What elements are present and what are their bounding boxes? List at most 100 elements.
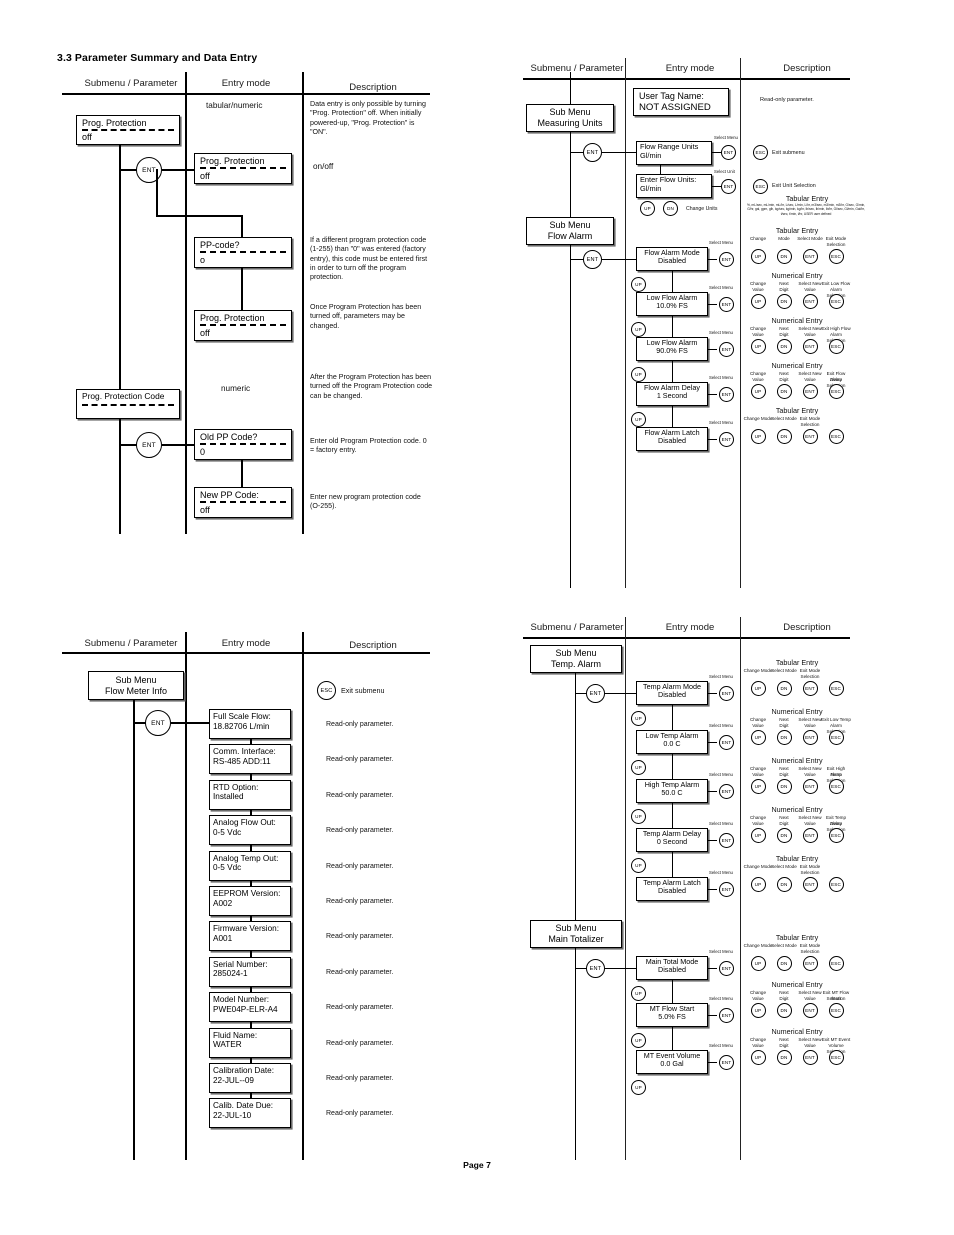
key-ent-flow-alarm[interactable]: ENT bbox=[583, 250, 602, 269]
box-main-total-host-item[interactable]: MT Event Volume 0.0 Gal bbox=[636, 1050, 708, 1074]
key-dn[interactable]: DN bbox=[776, 956, 792, 971]
box-prog-protection-after[interactable]: Prog. Protection off bbox=[194, 310, 292, 341]
box-flow-meter-info-item[interactable]: EEPROM Version: A002 bbox=[209, 886, 291, 916]
box-temp-alarm-host-item[interactable]: High Temp Alarm 50.0 C bbox=[636, 779, 708, 803]
box-submenu-temp-alarm[interactable]: Sub Menu Temp. Alarm bbox=[530, 645, 622, 673]
key-up[interactable]: UP bbox=[750, 249, 766, 264]
key-esc[interactable]: ESC bbox=[828, 429, 844, 444]
box-prog-protection-entry[interactable]: Prog. Protection off bbox=[194, 153, 292, 184]
key-ent-row[interactable]: ENT bbox=[719, 685, 734, 701]
key-ent[interactable]: ENT bbox=[136, 157, 162, 183]
key-up-change-units[interactable]: UP bbox=[640, 201, 655, 216]
key-ent-row[interactable]: ENT bbox=[719, 386, 734, 402]
box-temp-alarm-host-item[interactable]: Temp Alarm Mode Disabled bbox=[636, 681, 708, 705]
key-dn[interactable]: DN bbox=[776, 877, 792, 892]
key-esc-exit-unit-selection[interactable]: ESC bbox=[753, 179, 768, 194]
box-flow-meter-info-item[interactable]: Full Scale Flow: 18.82706 L/min bbox=[209, 709, 291, 739]
key-up[interactable]: UP bbox=[750, 956, 766, 971]
key-ent-row[interactable]: ENT bbox=[719, 251, 734, 267]
key-up[interactable]: UP bbox=[750, 429, 766, 444]
box-temp-alarm-host-item[interactable]: Low Temp Alarm 0.0 C bbox=[636, 730, 708, 754]
box-flow-meter-info-item[interactable]: Analog Temp Out: 0-5 Vdc bbox=[209, 850, 291, 881]
key-esc-exit-submenu[interactable]: ESC bbox=[317, 681, 336, 700]
key-dn[interactable]: DN bbox=[776, 828, 792, 843]
key-ent[interactable]: ENT bbox=[802, 828, 818, 843]
box-prog-protection-code-param[interactable]: Prog. Protection Code bbox=[76, 389, 180, 419]
box-submenu-flow-alarm[interactable]: Sub Menu Flow Alarm bbox=[526, 217, 614, 245]
key-dn[interactable]: DN bbox=[776, 730, 792, 745]
key-ent-row[interactable]: ENT bbox=[719, 832, 734, 848]
key-up[interactable]: UP bbox=[750, 384, 766, 399]
key-dn[interactable]: DN bbox=[776, 779, 792, 794]
key-dn[interactable]: DN bbox=[776, 681, 792, 696]
key-ent-main-totalizer[interactable]: ENT bbox=[586, 959, 605, 978]
box-user-tag-name[interactable]: User Tag Name: NOT ASSIGNED bbox=[633, 88, 729, 116]
key-ent-row[interactable]: ENT bbox=[719, 960, 734, 976]
box-main-total-host-item[interactable]: MT Flow Start 5.0% FS bbox=[636, 1003, 708, 1027]
key-ent-row[interactable]: ENT bbox=[719, 1054, 734, 1070]
key-ent[interactable]: ENT bbox=[802, 294, 818, 309]
key-ent[interactable]: ENT bbox=[802, 877, 818, 892]
key-ent-3[interactable]: ENT bbox=[145, 710, 171, 736]
key-dn[interactable]: DN bbox=[776, 1050, 792, 1065]
box-flow-alarm-host-item[interactable]: Low Flow Alarm 90.0% FS bbox=[636, 337, 708, 361]
key-up[interactable]: UP bbox=[750, 828, 766, 843]
box-flow-meter-info-item[interactable]: Fluid Name: WATER bbox=[209, 1027, 291, 1058]
key-up[interactable]: UP bbox=[750, 1050, 766, 1065]
key-esc[interactable]: ESC bbox=[828, 779, 844, 794]
key-ent[interactable]: ENT bbox=[802, 1050, 818, 1065]
key-dn[interactable]: DN bbox=[776, 249, 792, 264]
key-ent-row[interactable]: ENT bbox=[719, 783, 734, 799]
key-ent[interactable]: ENT bbox=[802, 249, 818, 264]
key-ent-row[interactable]: ENT bbox=[719, 734, 734, 750]
key-dn[interactable]: DN bbox=[776, 339, 792, 354]
key-ent-2[interactable]: ENT bbox=[136, 432, 162, 458]
key-ent-enter-flow-units[interactable]: ENT bbox=[721, 179, 736, 194]
key-esc[interactable]: ESC bbox=[828, 956, 844, 971]
box-enter-flow-units[interactable]: Enter Flow Units: Gl/min bbox=[636, 174, 712, 198]
key-ent-row[interactable]: ENT bbox=[719, 881, 734, 897]
box-temp-alarm-host-item[interactable]: Temp Alarm Delay 0 Second bbox=[636, 828, 708, 852]
box-flow-meter-info-item[interactable]: Firmware Version: A001 bbox=[209, 921, 291, 952]
box-flow-range-units[interactable]: Flow Range Units Gl/min bbox=[636, 141, 712, 165]
key-ent-row[interactable]: ENT bbox=[719, 296, 734, 312]
box-flow-meter-info-item[interactable]: Model Number: PWE04P-ELR-A4 bbox=[209, 992, 291, 1023]
box-flow-meter-info-item[interactable]: Comm. Interface: RS-485 ADD:11 bbox=[209, 744, 291, 775]
box-main-total-host-item[interactable]: Main Total Mode Disabled bbox=[636, 956, 708, 980]
key-esc[interactable]: ESC bbox=[828, 339, 844, 354]
key-up[interactable]: UP bbox=[750, 877, 766, 892]
box-flow-meter-info-item[interactable]: Calibration Date: 22-JUL--09 bbox=[209, 1063, 291, 1093]
key-ent[interactable]: ENT bbox=[802, 730, 818, 745]
box-flow-meter-info-item[interactable]: RTD Option: Installed bbox=[209, 779, 291, 810]
key-ent[interactable]: ENT bbox=[802, 1003, 818, 1018]
key-ent[interactable]: ENT bbox=[802, 681, 818, 696]
key-ent-row[interactable]: ENT bbox=[719, 1007, 734, 1023]
key-up[interactable]: UP bbox=[631, 809, 646, 824]
key-up[interactable]: UP bbox=[631, 1033, 646, 1048]
key-up[interactable]: UP bbox=[631, 322, 646, 337]
box-flow-alarm-host-item[interactable]: Flow Alarm Latch Disabled bbox=[636, 427, 708, 451]
key-up[interactable]: UP bbox=[631, 412, 646, 427]
key-ent[interactable]: ENT bbox=[802, 429, 818, 444]
key-esc[interactable]: ESC bbox=[828, 1003, 844, 1018]
key-up[interactable]: UP bbox=[631, 858, 646, 873]
box-new-pp-code[interactable]: New PP Code: off bbox=[194, 487, 292, 518]
key-esc[interactable]: ESC bbox=[828, 730, 844, 745]
box-flow-meter-info-item[interactable]: Calib. Date Due: 22-JUL-10 bbox=[209, 1098, 291, 1129]
key-up[interactable]: UP bbox=[750, 294, 766, 309]
key-up[interactable]: UP bbox=[750, 1003, 766, 1018]
key-ent[interactable]: ENT bbox=[802, 339, 818, 354]
key-ent[interactable]: ENT bbox=[802, 956, 818, 971]
key-dn[interactable]: DN bbox=[776, 429, 792, 444]
box-flow-alarm-host-item[interactable]: Flow Alarm Mode Disabled bbox=[636, 247, 708, 271]
box-flow-meter-info-item[interactable]: Analog Flow Out: 0-5 Vdc bbox=[209, 815, 291, 846]
key-esc[interactable]: ESC bbox=[828, 249, 844, 264]
key-ent-flow-range[interactable]: ENT bbox=[721, 145, 736, 160]
key-ent[interactable]: ENT bbox=[802, 384, 818, 399]
box-flow-alarm-host-item[interactable]: Flow Alarm Delay 1 Second bbox=[636, 382, 708, 406]
key-ent[interactable]: ENT bbox=[802, 779, 818, 794]
key-up[interactable]: UP bbox=[631, 760, 646, 775]
key-ent-temp-alarm[interactable]: ENT bbox=[586, 684, 605, 703]
box-prog-protection-param[interactable]: Prog. Protection off bbox=[76, 115, 180, 145]
box-temp-alarm-host-item[interactable]: Temp Alarm Latch Disabled bbox=[636, 877, 708, 901]
